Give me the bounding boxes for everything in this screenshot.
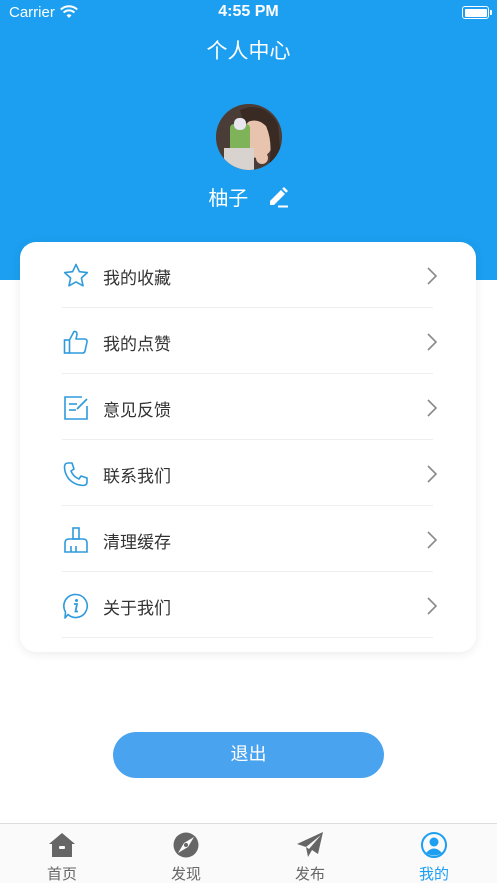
menu-item-label: 联系我们 [103,467,171,487]
tab-publish[interactable]: 发布 [248,824,372,883]
menu-item-clear-cache[interactable]: 清理缓存 [62,506,438,572]
star-icon [63,263,89,287]
tab-label: 首页 [46,865,77,883]
menu-item-contact[interactable]: 联系我们 [62,440,438,506]
menu-item-feedback[interactable]: 意见反馈 [62,374,438,440]
profile-icon [421,832,447,858]
tab-discover[interactable]: 发现 [124,824,248,883]
battery-icon [462,6,492,19]
home-icon [49,833,75,857]
broom-icon [64,527,88,553]
tab-home[interactable]: 首页 [0,824,124,883]
discover-icon [173,832,199,858]
chevron-right-icon [427,399,438,417]
tab-bar: 首页 发现 发布 我的 [0,823,497,883]
menu-item-label: 我的点赞 [103,335,171,355]
tab-profile[interactable]: 我的 [372,824,496,883]
send-icon [297,832,323,857]
menu-item-label: 我的收藏 [103,269,171,289]
menu-item-about[interactable]: 关于我们 [62,572,438,638]
chevron-right-icon [427,597,438,615]
username: 柚子 [208,186,249,210]
menu-item-label: 关于我们 [103,599,171,619]
chevron-right-icon [427,333,438,351]
feedback-edit-icon [64,396,88,420]
thumbs-up-icon [63,330,88,354]
menu-item-likes[interactable]: 我的点赞 [62,308,438,374]
menu-item-label: 清理缓存 [103,533,171,553]
chevron-right-icon [427,531,438,549]
username-row: 柚子 [0,182,497,211]
info-icon [63,593,88,619]
profile-header: Carrier 4:55 PM 个人中心 柚子 [0,0,497,280]
tab-label: 发布 [294,865,325,883]
menu-card: 我的收藏 我的点赞 意见反馈 联系我们 清理缓存 关于我们 [20,242,476,652]
phone-icon [63,462,88,487]
chevron-right-icon [427,465,438,483]
page-title: 个人中心 [206,39,291,63]
tab-label: 发现 [170,865,201,883]
status-bar: Carrier 4:55 PM [0,0,497,26]
chevron-right-icon [427,267,438,285]
clock: 4:55 PM [218,3,279,20]
edit-pencil-icon[interactable] [267,186,289,208]
tab-label: 我的 [418,865,449,883]
menu-item-label: 意见反馈 [103,401,171,421]
avatar[interactable] [216,104,282,170]
menu-item-favorites[interactable]: 我的收藏 [62,242,438,308]
logout-button[interactable]: 退出 [113,732,384,778]
